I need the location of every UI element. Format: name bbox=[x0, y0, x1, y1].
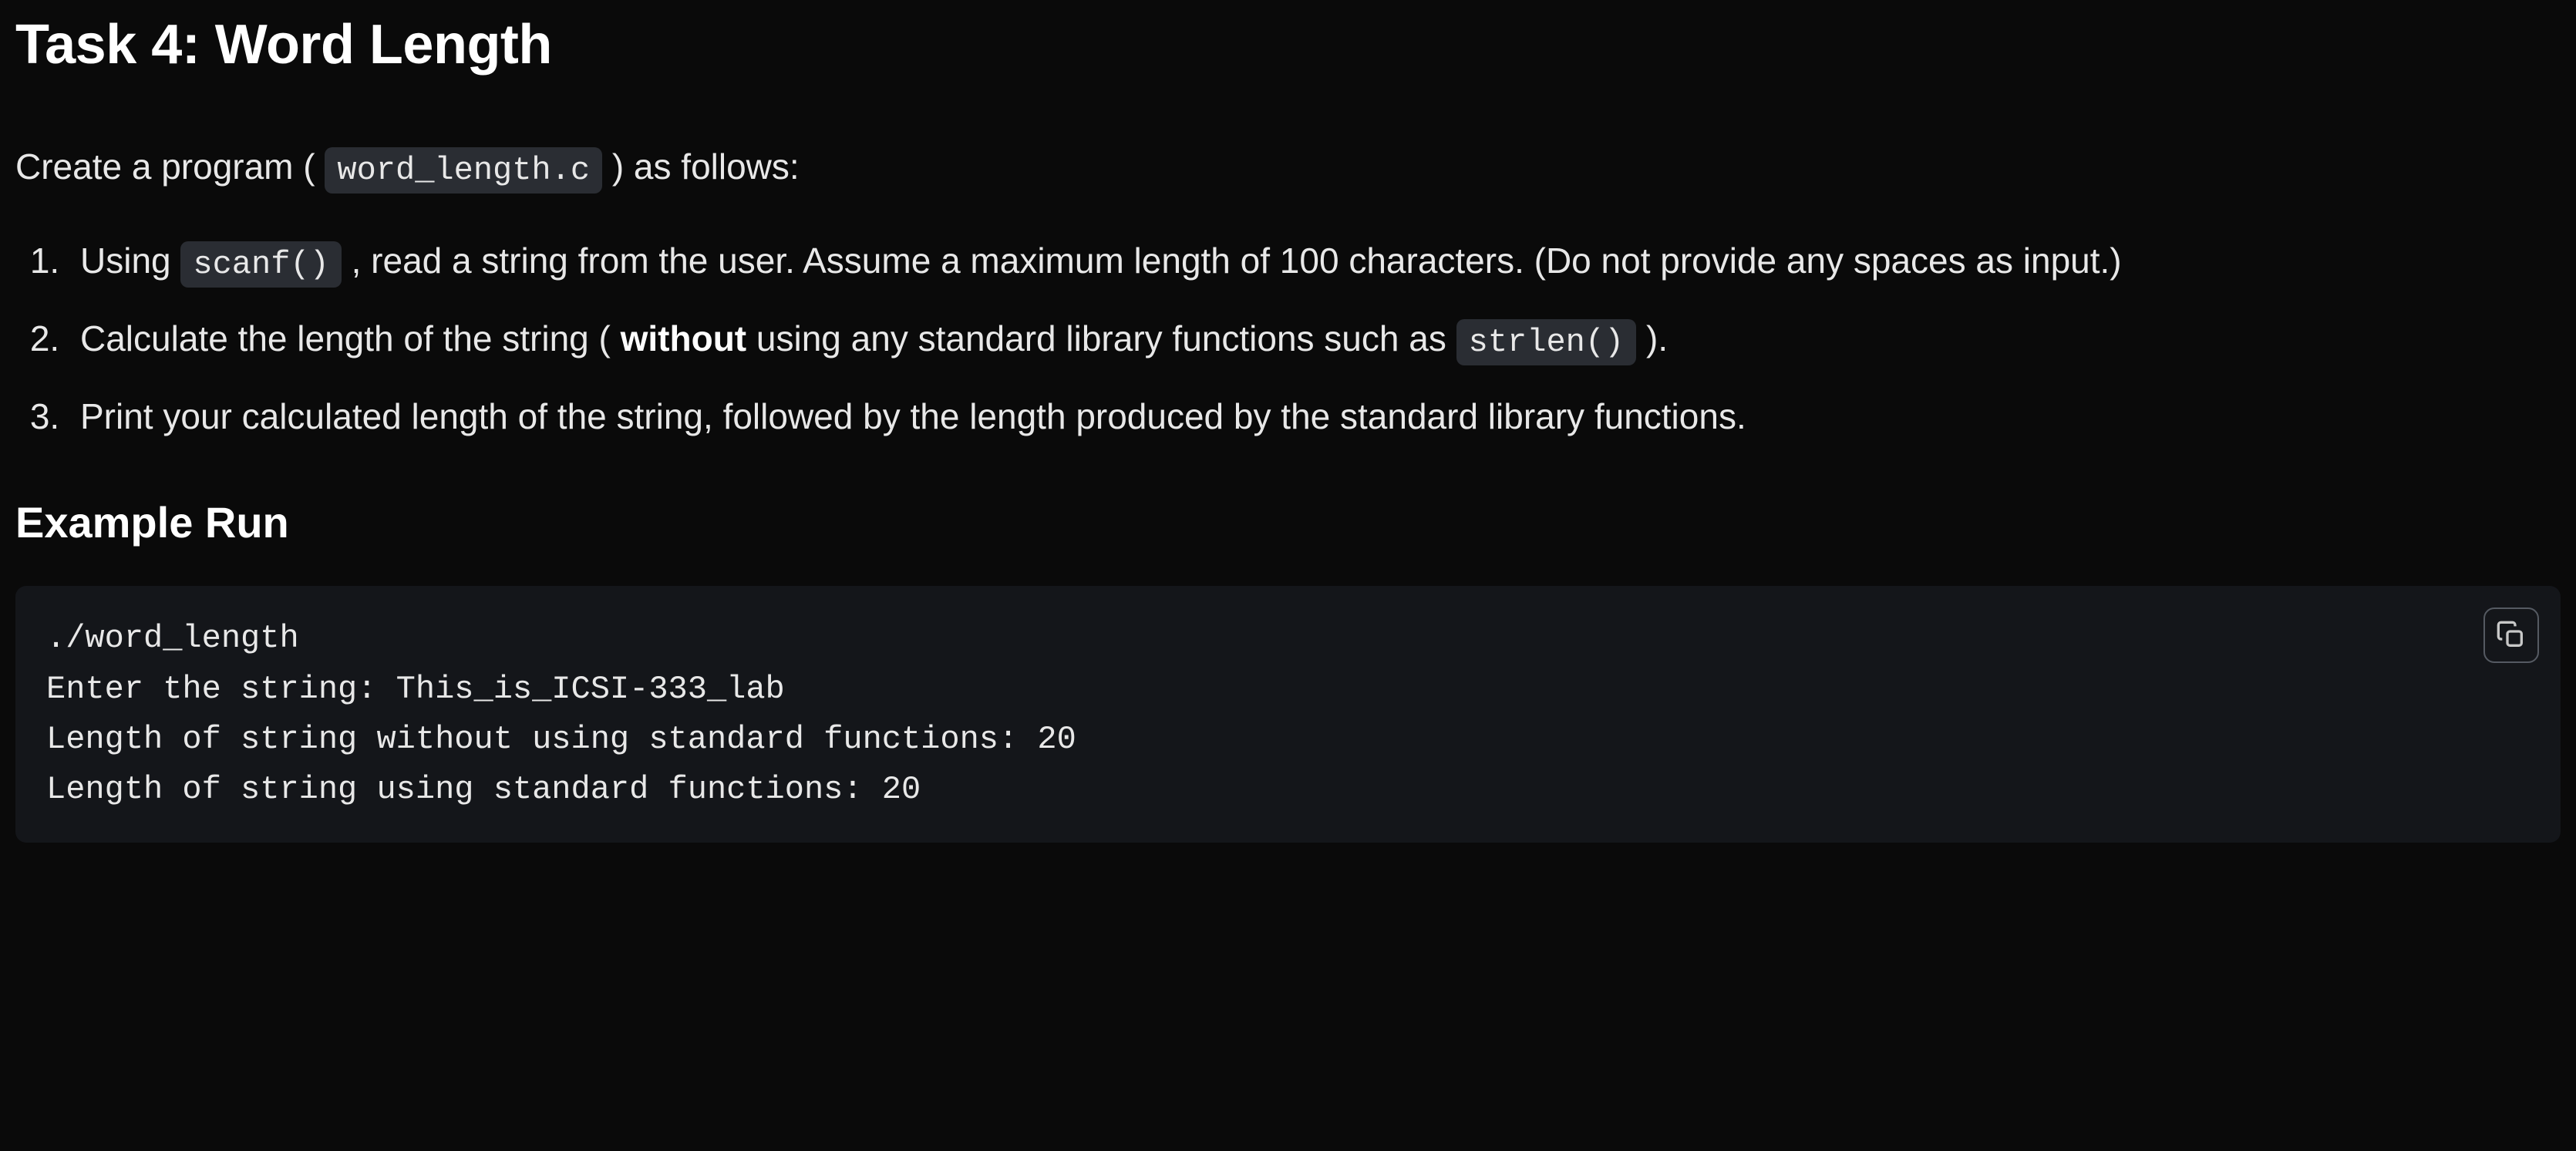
example-code-block: ./word_length Enter the string: This_is_… bbox=[15, 586, 2561, 842]
step-3-text: Print your calculated length of the stri… bbox=[80, 396, 1746, 436]
example-run-heading: Example Run bbox=[15, 490, 2561, 555]
intro-paragraph: Create a program ( word_length.c ) as fo… bbox=[15, 140, 2561, 195]
step-3: Print your calculated length of the stri… bbox=[69, 389, 2561, 444]
step-2-bold: without bbox=[621, 318, 747, 358]
intro-suffix: ) as follows: bbox=[612, 146, 800, 187]
step-2-suffix: ). bbox=[1646, 318, 1668, 358]
task-title: Task 4: Word Length bbox=[15, 0, 2561, 109]
copy-button[interactable] bbox=[2483, 607, 2539, 663]
step-1: Using scanf() , read a string from the u… bbox=[69, 234, 2561, 290]
step-2-prefix: Calculate the length of the string ( bbox=[80, 318, 611, 358]
step-1-prefix: Using bbox=[80, 241, 180, 281]
steps-list: Using scanf() , read a string from the u… bbox=[69, 234, 2561, 444]
scanf-code: scanf() bbox=[180, 241, 341, 288]
intro-prefix: Create a program ( bbox=[15, 146, 315, 187]
step-2-mid: using any standard library functions suc… bbox=[756, 318, 1456, 358]
step-1-suffix: , read a string from the user. Assume a … bbox=[352, 241, 2122, 281]
copy-icon bbox=[2496, 620, 2527, 651]
example-code-content: ./word_length Enter the string: This_is_… bbox=[46, 614, 2530, 814]
strlen-code: strlen() bbox=[1456, 319, 1637, 365]
filename-code: word_length.c bbox=[325, 147, 602, 194]
step-2: Calculate the length of the string ( wit… bbox=[69, 311, 2561, 368]
